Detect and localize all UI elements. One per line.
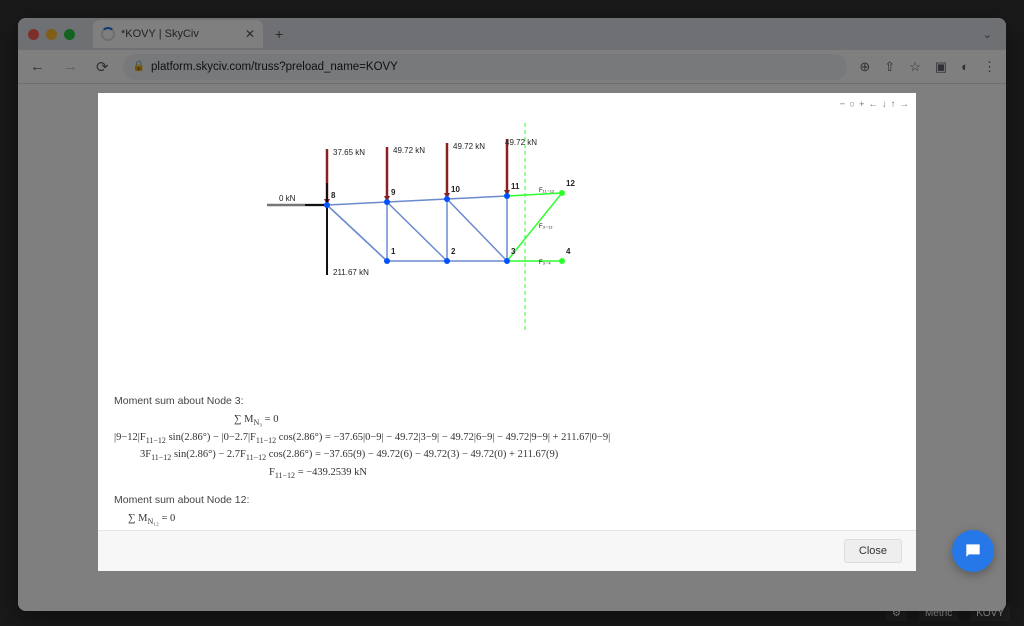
browser-toolbar: ← → ⟳ 🔒 platform.skyciv.com/truss?preloa… xyxy=(18,50,1006,84)
svg-text:F₃₋₄: F₃₋₄ xyxy=(539,260,551,266)
nav-forward[interactable]: → xyxy=(59,54,82,79)
load-3: 49.72 kN xyxy=(453,142,485,151)
zoom-icon[interactable]: ⊕ xyxy=(857,57,872,77)
chevron-down-icon[interactable]: ⌄ xyxy=(979,24,996,45)
extension-icon[interactable]: ▣ xyxy=(933,57,949,77)
url-text: platform.skyciv.com/truss?preload_name=K… xyxy=(151,61,398,73)
window-close[interactable] xyxy=(28,29,39,40)
load-4: 49.72 kN xyxy=(505,138,537,147)
pan-right[interactable]: → xyxy=(900,99,911,110)
load-1: 37.65 kN xyxy=(333,148,365,157)
analysis-modal: − ○ + ← ↓ ↑ → xyxy=(98,93,916,571)
share-icon[interactable]: ⇧ xyxy=(882,57,897,77)
tab-title: *KOVY | SkyCiv xyxy=(121,28,233,40)
lock-icon: 🔒 xyxy=(133,61,145,72)
browser-window: *KOVY | SkyCiv ✕ + ⌄ ← → ⟳ 🔒 platform.sk… xyxy=(18,18,1006,611)
hand-calculations: Moment sum about Node 3: ∑ MN₃ = 0 |9−12… xyxy=(108,393,906,530)
eq-1d: F11−12 = −439.2539 kN xyxy=(114,465,900,482)
window-maximize[interactable] xyxy=(64,29,75,40)
new-tab-button[interactable]: + xyxy=(275,26,283,42)
pan-down[interactable]: ↓ xyxy=(882,99,888,110)
browser-titlebar: *KOVY | SkyCiv ✕ + ⌄ xyxy=(18,18,1006,50)
address-bar[interactable]: 🔒 platform.skyciv.com/truss?preload_name… xyxy=(123,54,848,80)
svg-text:F₁₁₋₁₂: F₁₁₋₁₂ xyxy=(539,188,555,194)
zoom-in[interactable]: + xyxy=(859,99,866,110)
moment-node3-heading: Moment sum about Node 3: xyxy=(114,393,900,409)
svg-text:F₃₋₁₂: F₃₋₁₂ xyxy=(539,224,553,230)
zero-load: 0 kN xyxy=(279,194,296,203)
nav-reload[interactable]: ⟳ xyxy=(92,54,113,80)
view-controls[interactable]: − ○ + ← ↓ ↑ → xyxy=(840,99,910,110)
tab-close-icon[interactable]: ✕ xyxy=(245,27,255,41)
reaction: 211.67 kN xyxy=(333,268,369,277)
truss-free-body-diagram: 37.65 kN 49.72 kN 49.72 kN 49.72 kN 0 kN… xyxy=(207,123,807,333)
profile-icon[interactable]: ◐ xyxy=(959,57,971,77)
window-minimize[interactable] xyxy=(46,29,57,40)
intercom-chat-button[interactable] xyxy=(952,530,994,572)
pan-up[interactable]: ↑ xyxy=(891,99,897,110)
moment-node12-heading: Moment sum about Node 12: xyxy=(114,492,900,508)
pan-left[interactable]: ← xyxy=(869,99,880,110)
eq-1c: 3F11−12 sin(2.86°) − 2.7F11−12 cos(2.86°… xyxy=(114,447,900,464)
eq-1b: |9−12|F11−12 sin(2.86°) − |0−2.7|F11−12 … xyxy=(114,430,900,447)
eq-2a: ∑ MN₁₂ = 0 xyxy=(114,511,900,528)
kebab-menu-icon[interactable]: ⋮ xyxy=(981,57,998,77)
tab-loading-icon xyxy=(101,27,115,41)
zoom-out[interactable]: − xyxy=(840,99,847,110)
star-icon[interactable]: ☆ xyxy=(907,57,923,77)
browser-tab[interactable]: *KOVY | SkyCiv ✕ xyxy=(93,20,263,48)
nav-back[interactable]: ← xyxy=(26,54,49,79)
close-button[interactable]: Close xyxy=(844,539,902,563)
eq-1a: ∑ MN₃ = 0 xyxy=(114,412,900,429)
load-2: 49.72 kN xyxy=(393,146,425,155)
zoom-reset[interactable]: ○ xyxy=(849,99,856,110)
